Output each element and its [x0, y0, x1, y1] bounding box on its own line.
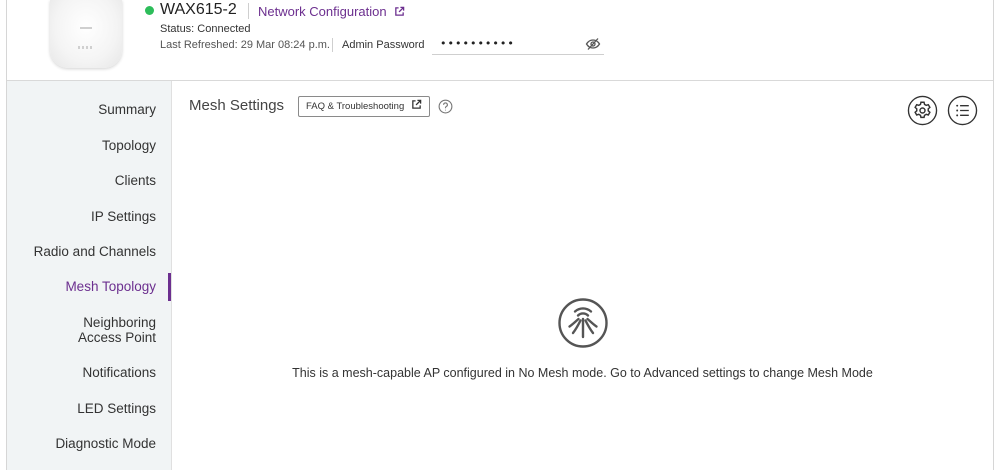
sidebar-border — [171, 81, 172, 470]
sidebar-item-led-settings[interactable]: LED Settings — [7, 401, 171, 416]
device-image — [50, 0, 122, 68]
header-separator — [332, 38, 333, 52]
page-title: Mesh Settings — [189, 97, 285, 114]
network-configuration-link[interactable]: Network Configuration — [258, 4, 405, 20]
network-configuration-label: Network Configuration — [258, 4, 387, 19]
mesh-status-message: This is a mesh-capable AP configured in … — [292, 366, 873, 380]
gear-icon[interactable] — [907, 95, 938, 126]
sidebar-item-topology[interactable]: Topology — [7, 138, 171, 153]
help-icon[interactable] — [438, 99, 453, 114]
external-link-icon — [394, 5, 405, 20]
device-leds — [78, 46, 94, 49]
header-separator — [248, 3, 249, 19]
eye-off-icon[interactable] — [585, 37, 601, 51]
faq-troubleshooting-button[interactable]: FAQ & Troubleshooting — [298, 96, 430, 117]
sidebar-item-radio-and-channels[interactable]: Radio and Channels — [7, 244, 171, 259]
sidebar-item-summary[interactable]: Summary — [7, 102, 171, 117]
mesh-icon — [557, 297, 609, 349]
device-logo — [80, 27, 92, 29]
list-icon[interactable] — [947, 95, 978, 126]
admin-password-field[interactable] — [432, 33, 604, 55]
last-refreshed: Last Refreshed: 29 Mar 08:24 p.m. — [160, 39, 330, 51]
external-link-icon — [411, 98, 422, 117]
sidebar-item-ip-settings[interactable]: IP Settings — [7, 209, 171, 224]
admin-password-label: Admin Password — [342, 39, 425, 51]
sidebar-item-clients[interactable]: Clients — [7, 173, 171, 188]
status-dot — [145, 6, 154, 15]
sidebar-item-mesh-topology[interactable]: Mesh Topology — [7, 279, 171, 294]
sidebar: Summary Topology Clients IP Settings Rad… — [7, 81, 171, 470]
connection-status: Status: Connected — [160, 23, 251, 35]
sidebar-item-notifications[interactable]: Notifications — [7, 365, 171, 380]
frame-right-border — [993, 0, 994, 470]
device-name: WAX615-2 — [160, 1, 237, 18]
sidebar-item-neighboring-access-point[interactable]: Neighboring Access Point — [7, 315, 171, 345]
sidebar-item-diagnostic-mode[interactable]: Diagnostic Mode — [7, 436, 171, 451]
faq-button-label: FAQ & Troubleshooting — [306, 101, 405, 112]
